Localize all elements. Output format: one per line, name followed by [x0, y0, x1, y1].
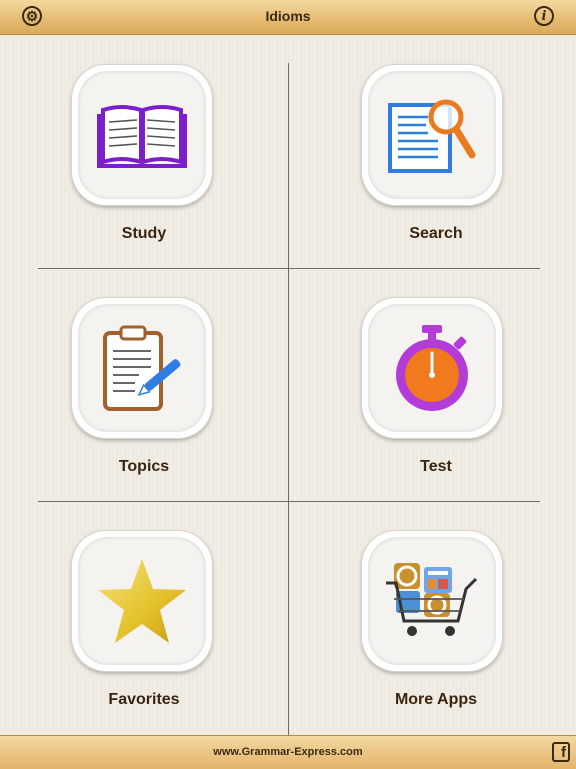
topics-label: Topics	[118, 458, 170, 475]
main-menu: Study Search Topics Test Favorites More …	[0, 35, 576, 740]
study-label: Study	[121, 225, 167, 242]
study-tile[interactable]	[72, 65, 212, 205]
search-tile[interactable]	[362, 65, 502, 205]
topics-tile[interactable]	[72, 298, 212, 438]
star-icon	[98, 559, 186, 643]
more-apps-tile[interactable]	[362, 531, 502, 671]
search-document-icon	[388, 99, 476, 173]
more-apps-button[interactable]: More Apps	[288, 501, 576, 734]
favorites-label: Favorites	[108, 691, 180, 708]
favorites-button[interactable]: Favorites	[0, 501, 288, 734]
info-icon[interactable]: i	[534, 6, 554, 26]
bottom-bar: www.Grammar-Express.com f	[0, 735, 576, 769]
top-bar: ⚙ Idioms i	[0, 0, 576, 35]
study-button[interactable]: Study	[0, 35, 288, 268]
app-title: Idioms	[265, 8, 311, 24]
test-button[interactable]: Test	[288, 268, 576, 501]
more-apps-label: More Apps	[394, 691, 478, 708]
facebook-icon[interactable]: f	[552, 742, 570, 762]
favorites-tile[interactable]	[72, 531, 212, 671]
shopping-cart-icon	[386, 563, 478, 636]
topics-button[interactable]: Topics	[0, 268, 288, 501]
test-label: Test	[420, 458, 452, 475]
search-button[interactable]: Search	[288, 35, 576, 268]
clipboard-pen-icon	[103, 325, 181, 411]
stopwatch-icon	[396, 325, 468, 411]
website-link[interactable]: www.Grammar-Express.com	[0, 746, 576, 758]
search-label: Search	[409, 225, 463, 242]
book-icon	[97, 105, 187, 168]
test-tile[interactable]	[362, 298, 502, 438]
